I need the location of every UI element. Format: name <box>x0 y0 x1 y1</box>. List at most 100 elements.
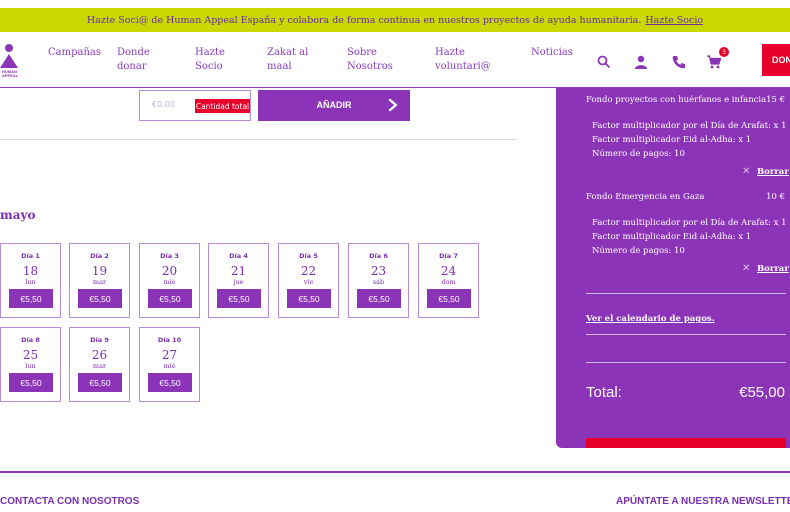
summary-divider <box>586 362 786 363</box>
day-price[interactable]: €5,50 <box>217 289 261 308</box>
day-label: Día 1 <box>21 252 40 260</box>
cart-icon[interactable] <box>706 54 722 70</box>
day-price[interactable]: €5,50 <box>78 289 122 308</box>
checkout-button[interactable] <box>586 438 786 448</box>
nav-donde-donar[interactable]: Donde donar <box>117 46 150 74</box>
add-button[interactable]: AÑADIR <box>258 90 410 121</box>
day-card[interactable]: Día 5 22 vie €5,50 <box>278 243 339 318</box>
search-icon[interactable] <box>596 54 612 70</box>
nav-sobre-nosotros[interactable]: Sobre Nosotros <box>347 46 393 74</box>
day-price[interactable]: €5,50 <box>9 289 53 308</box>
footer-newsletter-heading: APÚNTATE A NUESTRA NEWSLETTER <box>616 496 790 507</box>
day-card[interactable]: Día 3 20 mié €5,50 <box>139 243 200 318</box>
top-banner: Hazte Soci@ de Human Appeal España y col… <box>0 8 790 32</box>
summary-item-name: Fondo proyectos con huérfanos e infancia <box>586 95 767 105</box>
day-card[interactable]: Día 6 23 sáb €5,50 <box>348 243 409 318</box>
phone-icon[interactable] <box>671 54 687 70</box>
day-number: 26 <box>91 348 108 362</box>
day-label: Día 7 <box>439 252 458 260</box>
day-card[interactable]: Día 8 25 lun €5,50 <box>0 327 61 402</box>
day-weekday: sáb <box>372 278 385 286</box>
total-label: Total: <box>586 384 622 401</box>
day-number: 24 <box>440 264 457 278</box>
day-weekday: mié <box>163 278 176 286</box>
user-icon[interactable] <box>633 54 649 70</box>
day-price[interactable]: €5,50 <box>148 289 192 308</box>
day-number: 23 <box>370 264 387 278</box>
banner-link[interactable]: Hazte Socio <box>645 15 703 26</box>
nav-label: Nosotros <box>347 61 393 72</box>
day-price[interactable]: €5,50 <box>78 373 122 392</box>
nav-label: Hazte <box>435 47 465 58</box>
day-number: 20 <box>161 264 178 278</box>
payment-calendar-link[interactable]: Ver el calendario de pagos. <box>586 314 715 324</box>
banner-text: Hazte Soci@ de Human Appeal España y col… <box>86 14 642 26</box>
nav-label: Hazte <box>195 47 225 58</box>
footer-contact-heading: CONTACTA CON NOSOTROS <box>0 496 140 507</box>
nav-label: Donde <box>117 47 150 58</box>
summary-item-detail: Factor multiplicador Eid al-Adha: x 1 <box>592 232 752 242</box>
nav-label: Zakat al <box>267 47 309 58</box>
day-weekday: mar <box>92 278 107 286</box>
site-header: HUMAN APPEAL Campañas Donde donar Hazte … <box>0 32 790 88</box>
day-number: 22 <box>300 264 317 278</box>
amount-input[interactable]: €0.00 <box>152 100 175 109</box>
day-weekday: lun <box>25 362 36 370</box>
section-divider <box>0 139 517 140</box>
day-card[interactable]: Día 10 27 mié €5,50 <box>139 327 200 402</box>
day-number: 19 <box>91 264 108 278</box>
nav-noticias[interactable]: Noticias <box>531 46 573 60</box>
day-price[interactable]: €5,50 <box>9 373 53 392</box>
close-icon[interactable]: ✕ <box>742 263 750 274</box>
day-label: Día 9 <box>90 336 109 344</box>
summary-item-detail: Número de pagos: 10 <box>592 246 685 256</box>
total-value: €55,00 <box>739 384 785 401</box>
day-weekday: dom <box>441 278 456 286</box>
delete-item-button[interactable]: Borrar <box>757 167 789 177</box>
nav-label: Socio <box>195 61 223 72</box>
day-card[interactable]: Día 4 21 jue €5,50 <box>208 243 269 318</box>
day-number: 18 <box>22 264 39 278</box>
summary-item-detail: Factor multiplicador por el Día de Arafa… <box>592 121 787 131</box>
nav-label: Noticias <box>531 47 573 58</box>
human-appeal-logo[interactable]: HUMAN APPEAL <box>0 42 22 78</box>
month-title: mayo <box>0 208 36 222</box>
nav-hazte-socio[interactable]: Hazte Socio <box>195 46 225 74</box>
svg-text:APPEAL: APPEAL <box>2 73 19 78</box>
amount-total-badge: Cantidad total <box>195 99 250 113</box>
day-card[interactable]: Día 9 26 mar €5,50 <box>69 327 130 402</box>
day-label: Día 4 <box>229 252 248 260</box>
close-icon[interactable]: ✕ <box>742 166 750 177</box>
donate-button[interactable]: DON <box>762 44 790 76</box>
day-price[interactable]: €5,50 <box>148 373 192 392</box>
day-weekday: lun <box>25 278 36 286</box>
summary-item-detail: Factor multiplicador por el Día de Arafa… <box>592 218 787 228</box>
nav-zakat[interactable]: Zakat al maal <box>267 46 308 74</box>
nav-campanas[interactable]: Campañas <box>48 46 101 60</box>
day-weekday: mié <box>163 362 176 370</box>
chevron-right-icon <box>388 98 398 112</box>
nav-label: donar <box>117 61 147 72</box>
nav-label: maal <box>267 61 292 72</box>
day-number: 27 <box>161 348 178 362</box>
day-price[interactable]: €5,50 <box>357 289 401 308</box>
delete-item-button[interactable]: Borrar <box>757 264 789 274</box>
day-card[interactable]: Día 7 24 dom €5,50 <box>418 243 479 318</box>
summary-divider <box>586 334 786 335</box>
day-card[interactable]: Día 1 18 lun €5,50 <box>0 243 61 318</box>
nav-voluntario[interactable]: Hazte voluntari@ <box>435 46 491 74</box>
nav-label: voluntari@ <box>435 61 491 72</box>
day-card[interactable]: Día 2 19 mar €5,50 <box>69 243 130 318</box>
summary-item-detail: Factor multiplicador Eid al-Adha: x 1 <box>592 135 752 145</box>
cart-count-badge: 3 <box>719 47 729 57</box>
summary-item-amount: 15 € <box>766 95 785 105</box>
day-weekday: mar <box>92 362 107 370</box>
day-price[interactable]: €5,50 <box>287 289 331 308</box>
summary-item-detail: Número de pagos: 10 <box>592 149 685 159</box>
day-price[interactable]: €5,50 <box>427 289 471 308</box>
day-label: Día 5 <box>299 252 318 260</box>
nav-label: Campañas <box>48 47 101 58</box>
summary-item-name: Fondo Emergencia en Gaza <box>586 192 705 202</box>
amount-field[interactable]: €0.00 Cantidad total <box>139 90 251 121</box>
day-label: Día 2 <box>90 252 109 260</box>
